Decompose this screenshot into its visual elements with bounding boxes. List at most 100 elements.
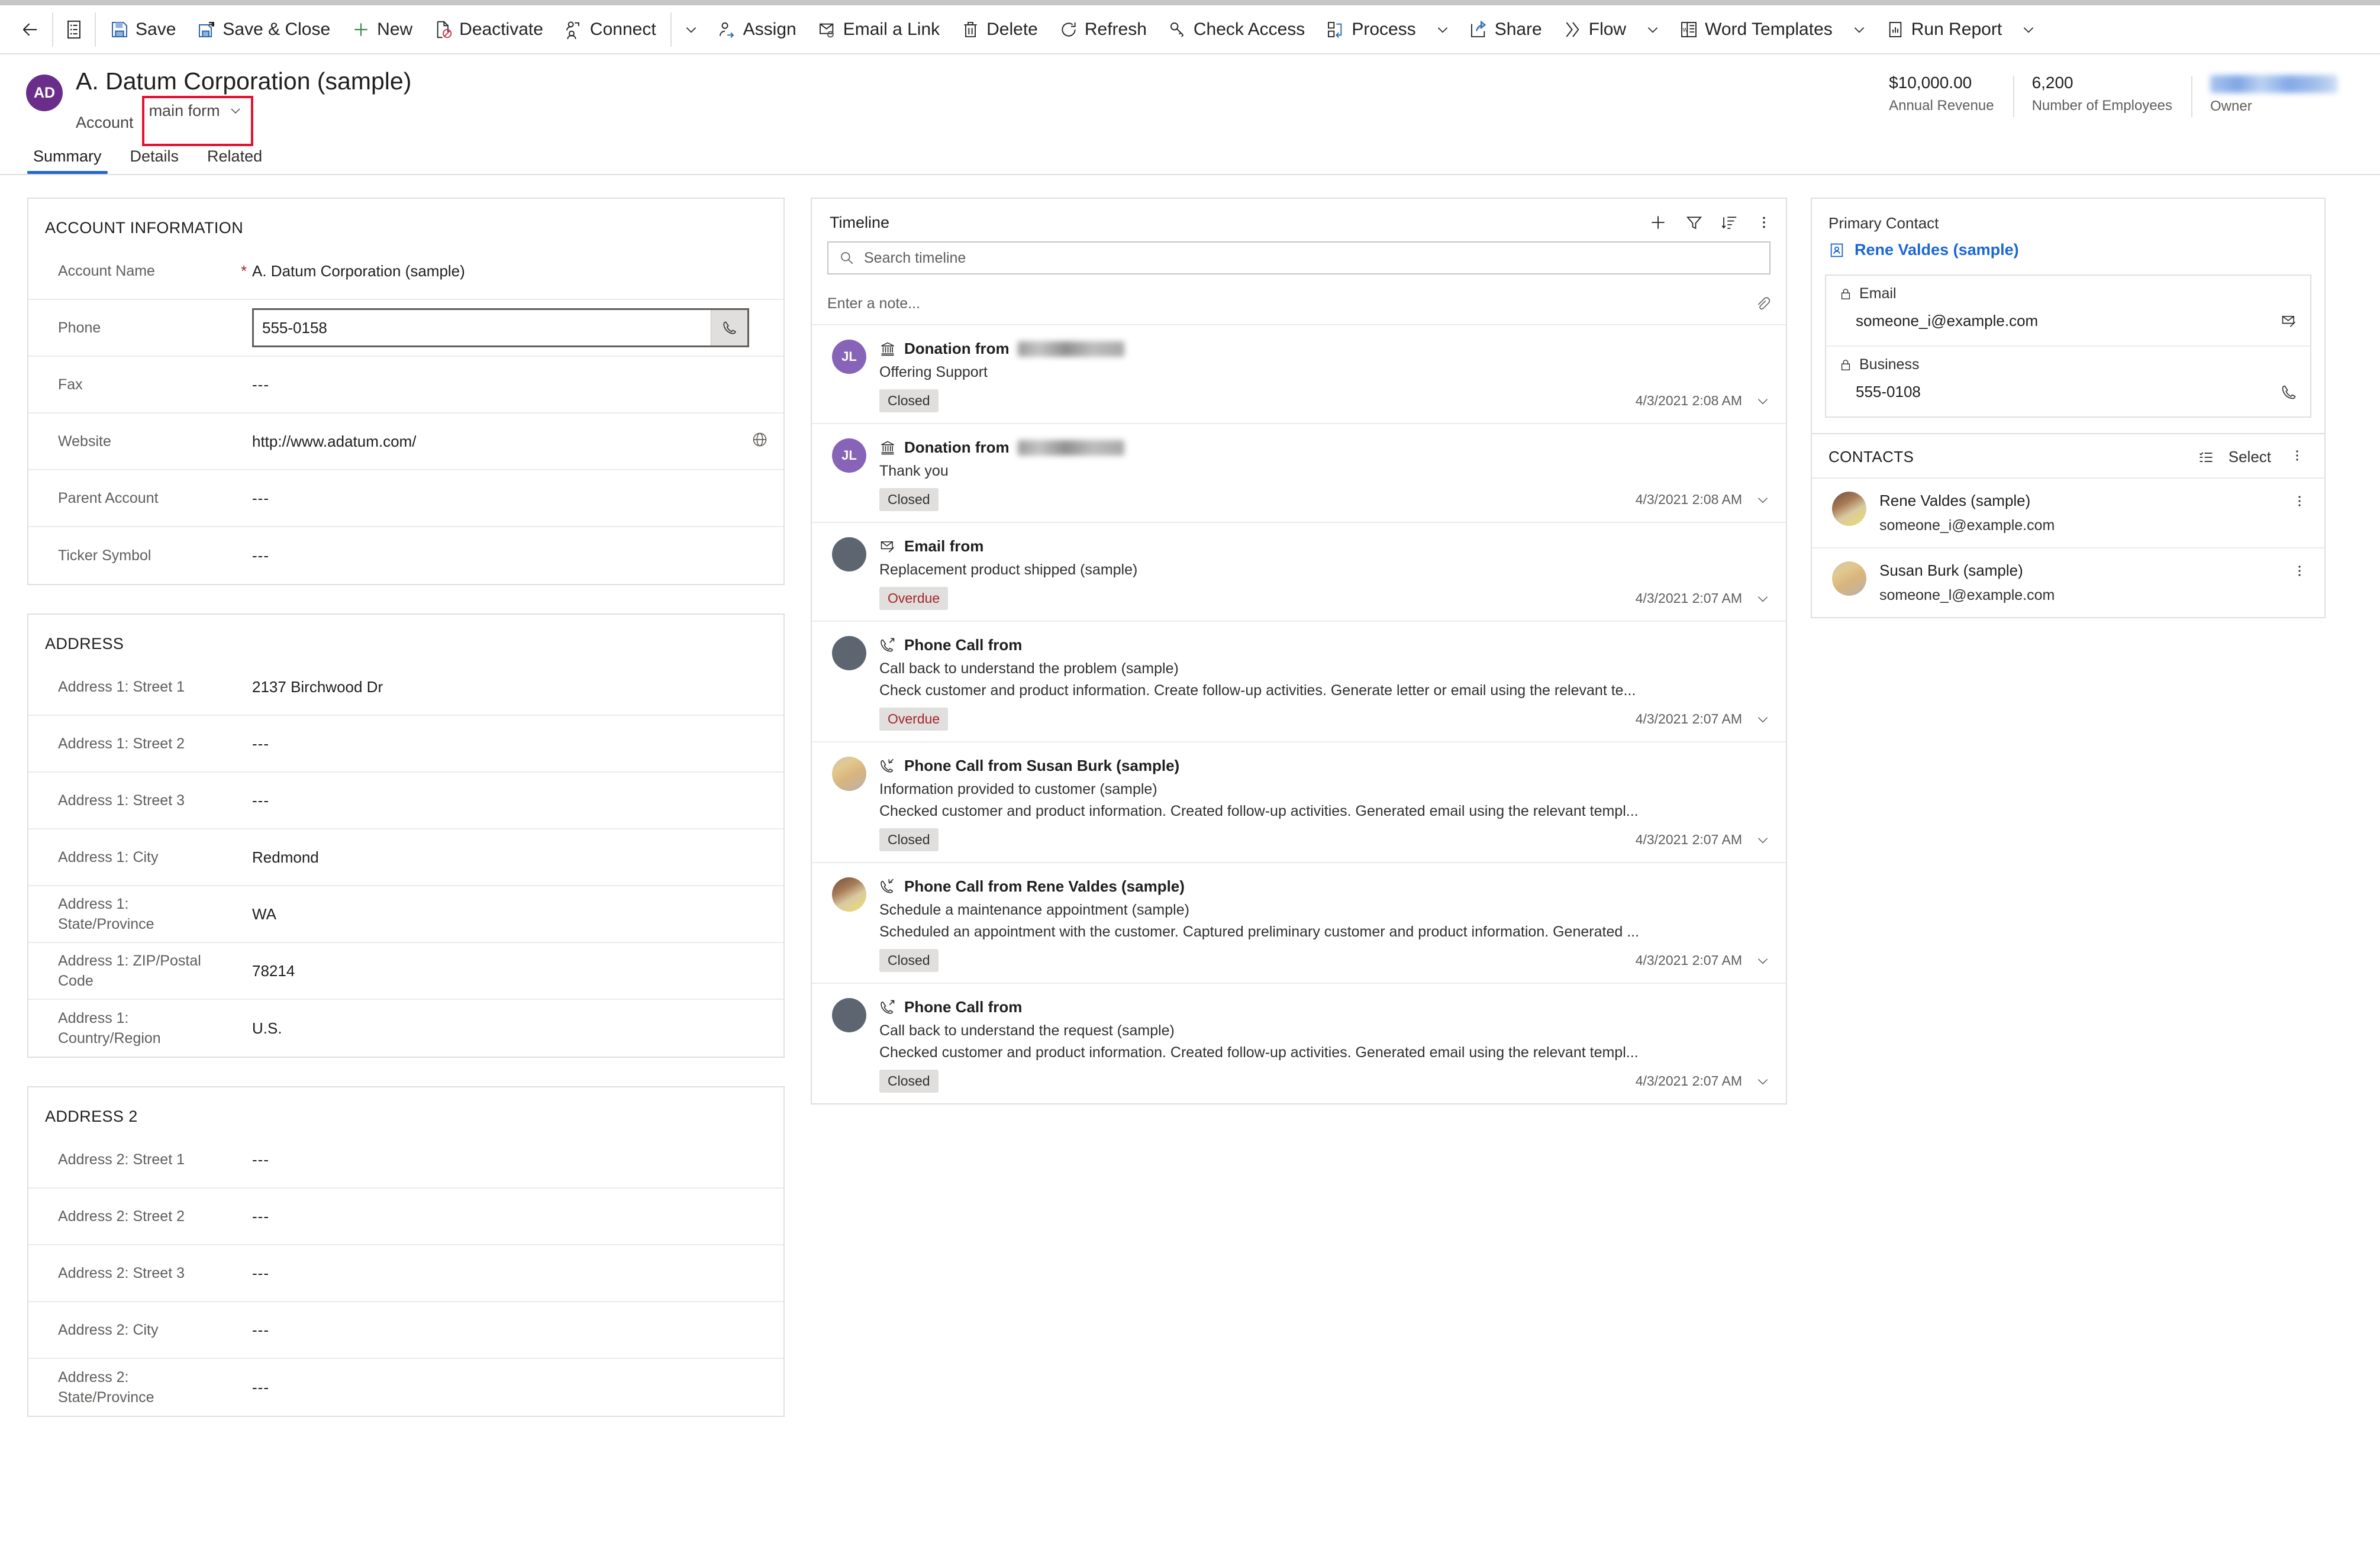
avatar: AD <box>26 75 63 111</box>
timeline-item[interactable]: Phone Call from Call back to understand … <box>812 983 1786 1103</box>
contacts-more-commands-button[interactable] <box>2285 446 2309 468</box>
address1-zip-value[interactable]: 78214 <box>252 962 768 980</box>
timeline-more-commands-button[interactable] <box>1756 214 1772 231</box>
refresh-button[interactable]: Refresh <box>1049 11 1157 48</box>
timeline-item[interactable]: JL Donation from Offering Support Closed… <box>812 324 1786 423</box>
save-icon <box>110 20 129 39</box>
run-report-caret[interactable] <box>2013 11 2044 48</box>
timeline-item-subject: Information provided to customer (sample… <box>879 781 1157 797</box>
ticker-symbol-value[interactable]: --- <box>252 547 768 565</box>
timeline-item[interactable]: Phone Call from Susan Burk (sample) Info… <box>812 741 1786 862</box>
assign-button[interactable]: Assign <box>707 11 807 48</box>
phone-call-icon[interactable] <box>2281 384 2297 401</box>
tab-details[interactable]: Details <box>123 147 186 174</box>
address2-state-value[interactable]: --- <box>252 1378 768 1397</box>
chevron-down-icon[interactable] <box>1755 393 1771 409</box>
process-caret[interactable] <box>1427 11 1459 48</box>
delete-button[interactable]: Delete <box>950 11 1049 48</box>
tab-summary[interactable]: Summary <box>26 147 109 174</box>
back-button[interactable] <box>12 11 49 48</box>
form-list-button[interactable] <box>57 11 91 48</box>
svg-text:W: W <box>1683 27 1688 33</box>
account-name-value[interactable]: A. Datum Corporation (sample) <box>252 262 768 280</box>
email-a-link-button[interactable]: Email a Link <box>807 11 950 48</box>
word-templates-button[interactable]: W Word Templates <box>1669 11 1843 48</box>
email-icon[interactable] <box>2281 313 2297 330</box>
status-badge: Closed <box>879 1070 939 1093</box>
timeline-item[interactable]: Phone Call from Call back to understand … <box>812 621 1786 741</box>
chevron-down-icon[interactable] <box>1755 1074 1771 1089</box>
address1-state-value[interactable]: WA <box>252 905 768 923</box>
run-report-button[interactable]: Run Report <box>1875 11 2013 48</box>
save-and-close-button[interactable]: Save & Close <box>186 11 341 48</box>
save-button[interactable]: Save <box>99 11 186 48</box>
form-selector[interactable]: main form <box>149 102 243 120</box>
flow-label: Flow <box>1588 19 1627 39</box>
address2-street2-value[interactable]: --- <box>252 1207 768 1226</box>
filter-timeline-button[interactable] <box>1685 214 1703 231</box>
website-value[interactable]: http://www.adatum.com/ <box>252 431 768 452</box>
email-link-icon <box>818 20 837 39</box>
address2-street1-value[interactable]: --- <box>252 1151 768 1169</box>
check-access-button[interactable]: Check Access <box>1157 11 1315 48</box>
phone-call-button[interactable] <box>711 310 747 345</box>
timeline-item[interactable]: JL Donation from Thank you Closed 4/3/20… <box>812 423 1786 522</box>
email-icon <box>879 538 896 555</box>
phone-input[interactable]: 555-0158 <box>254 310 711 345</box>
parent-account-value[interactable]: --- <box>252 489 768 508</box>
command-divider-1 <box>52 12 53 47</box>
chevron-down-icon[interactable] <box>1755 832 1771 848</box>
list-item[interactable]: Rene Valdes (sample) someone_i@example.c… <box>1812 477 2324 547</box>
avatar <box>1832 492 1866 526</box>
chevron-down-icon[interactable] <box>1755 953 1771 968</box>
address2-street3-value[interactable]: --- <box>252 1264 768 1283</box>
chevron-down-icon[interactable] <box>1755 591 1771 606</box>
primary-contact-link[interactable]: Rene Valdes (sample) <box>1812 235 2324 275</box>
address1-street3-value[interactable]: --- <box>252 792 768 810</box>
flow-button[interactable]: Flow <box>1553 11 1637 48</box>
timeline-item[interactable]: Email from Replacement product shipped (… <box>812 522 1786 621</box>
address1-city-value[interactable]: Redmond <box>252 848 768 867</box>
card-spacer-2 <box>27 1058 785 1086</box>
chevron-down-icon <box>2021 22 2036 37</box>
back-arrow-icon <box>20 20 40 40</box>
field-address1-street1: Address 1: Street 1 2137 Birchwood Dr <box>28 659 783 716</box>
contact-name: Rene Valdes (sample) <box>1879 492 2031 509</box>
chevron-down-icon[interactable] <box>1755 492 1771 508</box>
deactivate-button[interactable]: Deactivate <box>423 11 554 48</box>
contacts-select-button[interactable]: Select <box>2229 448 2271 466</box>
address1-street2-value[interactable]: --- <box>252 735 768 753</box>
tab-related[interactable]: Related <box>200 147 269 174</box>
connect-button[interactable]: Connect <box>554 11 667 48</box>
connect-caret[interactable] <box>675 11 707 48</box>
add-timeline-record-button[interactable] <box>1649 213 1668 232</box>
address2-city-value[interactable]: --- <box>252 1321 768 1339</box>
required-indicator: * <box>240 261 247 280</box>
flow-caret[interactable] <box>1637 11 1669 48</box>
address2-street3-label: Address 2: Street 3 <box>58 1265 185 1281</box>
contact-row-menu-button[interactable] <box>2288 492 2311 514</box>
timeline-search-placeholder: Search timeline <box>864 249 966 266</box>
paperclip-icon[interactable] <box>1754 295 1771 312</box>
address1-street1-value[interactable]: 2137 Birchwood Dr <box>252 678 768 696</box>
globe-icon[interactable] <box>752 431 768 452</box>
field-address1-street3: Address 1: Street 3 --- <box>28 773 783 829</box>
address1-country-value[interactable]: U.S. <box>252 1019 768 1038</box>
share-button[interactable]: Share <box>1459 11 1553 48</box>
contacts-header: CONTACTS Select <box>1812 433 2324 477</box>
timeline-search[interactable]: Search timeline <box>827 241 1771 275</box>
chevron-down-icon[interactable] <box>1755 712 1771 727</box>
new-button[interactable]: New <box>341 11 423 48</box>
process-button[interactable]: Process <box>1315 11 1426 48</box>
deactivate-icon <box>434 20 453 39</box>
word-templates-caret[interactable] <box>1843 11 1875 48</box>
field-address2-state: Address 2: State/Province --- <box>28 1359 783 1416</box>
timeline-item[interactable]: Phone Call from Rene Valdes (sample) Sch… <box>812 862 1786 983</box>
contact-row-menu-button[interactable] <box>2288 561 2311 583</box>
field-address2-street3: Address 2: Street 3 --- <box>28 1245 783 1302</box>
list-item[interactable]: Susan Burk (sample) someone_l@example.co… <box>1812 547 2324 617</box>
sort-timeline-button[interactable] <box>1721 214 1739 231</box>
donation-icon <box>879 341 896 357</box>
timeline-note-composer[interactable]: Enter a note... <box>827 289 1771 319</box>
fax-value[interactable]: --- <box>252 376 768 394</box>
